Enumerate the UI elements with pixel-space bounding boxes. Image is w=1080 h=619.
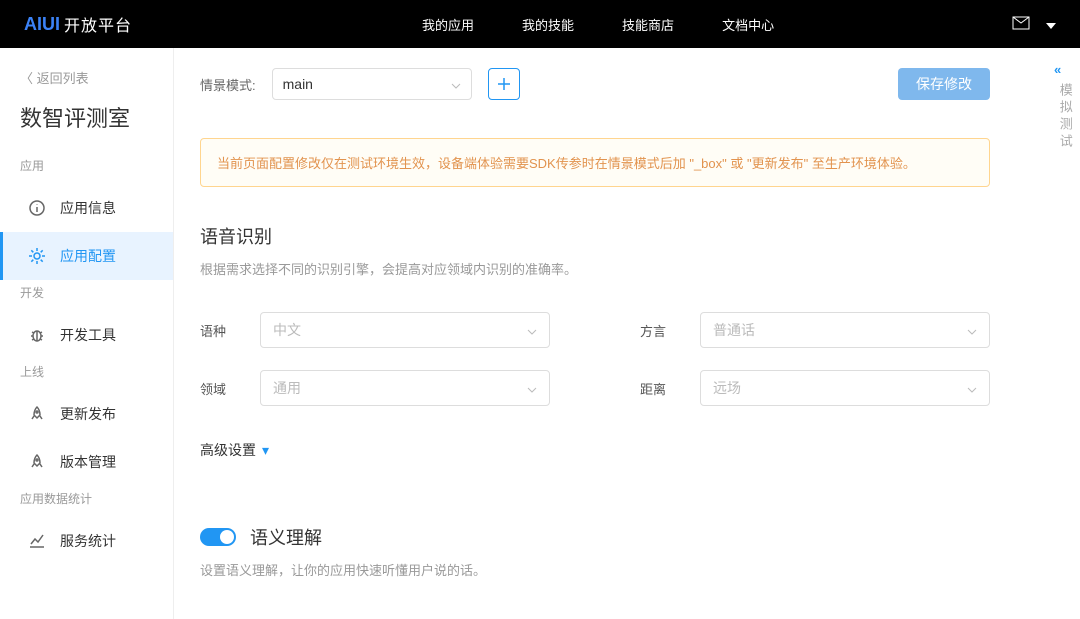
nlu-title: 语义理解: [250, 524, 322, 550]
dialect-label: 方言: [640, 321, 700, 340]
nav-center: 我的应用 我的技能 技能商店 文档中心: [422, 15, 1012, 34]
nav-docs[interactable]: 文档中心: [722, 15, 774, 34]
sidebar-item-label: 版本管理: [60, 452, 116, 472]
top-header: AIUI 开放平台 我的应用 我的技能 技能商店 文档中心: [0, 0, 1080, 48]
nav-my-apps[interactable]: 我的应用: [422, 15, 474, 34]
chevron-down-icon: [527, 322, 537, 338]
logo-platform: 开放平台: [64, 12, 132, 36]
sidebar: 〈 返回列表 数智评测室 应用 应用信息 应用配置 开发 开发工具 上线 更新发…: [0, 48, 174, 619]
chart-icon: [28, 532, 46, 550]
chevron-down-icon: [451, 76, 461, 92]
notice-banner: 当前页面配置修改仅在测试环境生效，设备端体验需要SDK传参时在情景模式后加 "_…: [200, 138, 990, 187]
back-link[interactable]: 〈 返回列表: [0, 68, 173, 101]
dialect-value: 普通话: [713, 320, 755, 340]
logo[interactable]: AIUI 开放平台: [24, 12, 132, 36]
gear-icon: [28, 247, 46, 265]
distance-label: 距离: [640, 379, 700, 398]
scene-value: main: [283, 76, 313, 92]
asr-section: 语音识别 根据需求选择不同的识别引擎，会提高对应领域内识别的准确率。 语种 中文…: [200, 223, 990, 460]
sidebar-item-release[interactable]: 更新发布: [0, 390, 173, 438]
layout: 〈 返回列表 数智评测室 应用 应用信息 应用配置 开发 开发工具 上线 更新发…: [0, 48, 1080, 619]
chevron-down-icon: [527, 380, 537, 396]
sidebar-item-label: 应用信息: [60, 198, 116, 218]
scene-select[interactable]: main: [272, 68, 472, 100]
distance-select[interactable]: 远场: [700, 370, 990, 406]
info-icon: [28, 199, 46, 217]
bug-icon: [28, 326, 46, 344]
add-scene-button[interactable]: [488, 68, 520, 100]
side-group-stats: 应用数据统计: [0, 486, 173, 517]
rocket-icon: [28, 405, 46, 423]
save-button-label: 保存修改: [916, 74, 972, 94]
save-button[interactable]: 保存修改: [898, 68, 990, 100]
nlu-toggle-row: 语义理解: [200, 524, 990, 550]
sidebar-item-label: 应用配置: [60, 246, 116, 266]
scene-label: 情景模式:: [200, 75, 256, 94]
chevron-down-icon: [967, 380, 977, 396]
sidebar-item-app-info[interactable]: 应用信息: [0, 184, 173, 232]
page-title: 数智评测室: [0, 101, 173, 153]
nlu-toggle[interactable]: [200, 528, 236, 546]
collapse-icon: «: [1054, 60, 1072, 81]
sidebar-item-label: 更新发布: [60, 404, 116, 424]
language-value: 中文: [273, 320, 301, 340]
nlu-section: 语义理解 设置语义理解，让你的应用快速听懂用户说的话。: [200, 524, 990, 579]
side-group-publish: 上线: [0, 359, 173, 390]
sidebar-item-label: 服务统计: [60, 531, 116, 551]
nav-skill-store[interactable]: 技能商店: [622, 15, 674, 34]
nav-my-skills[interactable]: 我的技能: [522, 15, 574, 34]
language-label: 语种: [200, 321, 260, 340]
sidebar-item-version[interactable]: 版本管理: [0, 438, 173, 486]
dialect-select[interactable]: 普通话: [700, 312, 990, 348]
sim-test-label: 模拟测试: [1054, 83, 1075, 151]
advanced-label: 高级设置: [200, 440, 256, 460]
sim-test-rail[interactable]: « 模拟测试: [1046, 48, 1080, 163]
mail-icon[interactable]: [1012, 16, 1030, 33]
main: 情景模式: main 保存修改 当前页面配置修改仅在测试环境生效，设备端体验需要…: [174, 48, 1080, 619]
triangle-down-icon: ▾: [262, 442, 269, 459]
advanced-settings-toggle[interactable]: 高级设置 ▾: [200, 440, 269, 460]
nlu-desc: 设置语义理解，让你的应用快速听懂用户说的话。: [200, 560, 990, 579]
asr-desc: 根据需求选择不同的识别引擎，会提高对应领域内识别的准确率。: [200, 259, 990, 278]
domain-select[interactable]: 通用: [260, 370, 550, 406]
chevron-down-icon: [967, 322, 977, 338]
user-menu-chevron-icon[interactable]: [1046, 16, 1056, 32]
domain-value: 通用: [273, 378, 301, 398]
side-group-dev: 开发: [0, 280, 173, 311]
header-right: [1012, 16, 1056, 33]
asr-title: 语音识别: [200, 223, 990, 249]
asr-form: 语种 中文 方言 普通话 领域 通用 距离: [200, 312, 990, 406]
domain-label: 领域: [200, 379, 260, 398]
language-select[interactable]: 中文: [260, 312, 550, 348]
sidebar-item-service-stats[interactable]: 服务统计: [0, 517, 173, 565]
logo-mark: AIUI: [24, 14, 60, 35]
sidebar-item-app-config[interactable]: 应用配置: [0, 232, 173, 280]
side-group-app: 应用: [0, 153, 173, 184]
sidebar-item-dev-tools[interactable]: 开发工具: [0, 311, 173, 359]
sidebar-item-label: 开发工具: [60, 325, 116, 345]
scene-bar: 情景模式: main 保存修改: [200, 68, 990, 100]
distance-value: 远场: [713, 378, 741, 398]
rocket-icon: [28, 453, 46, 471]
